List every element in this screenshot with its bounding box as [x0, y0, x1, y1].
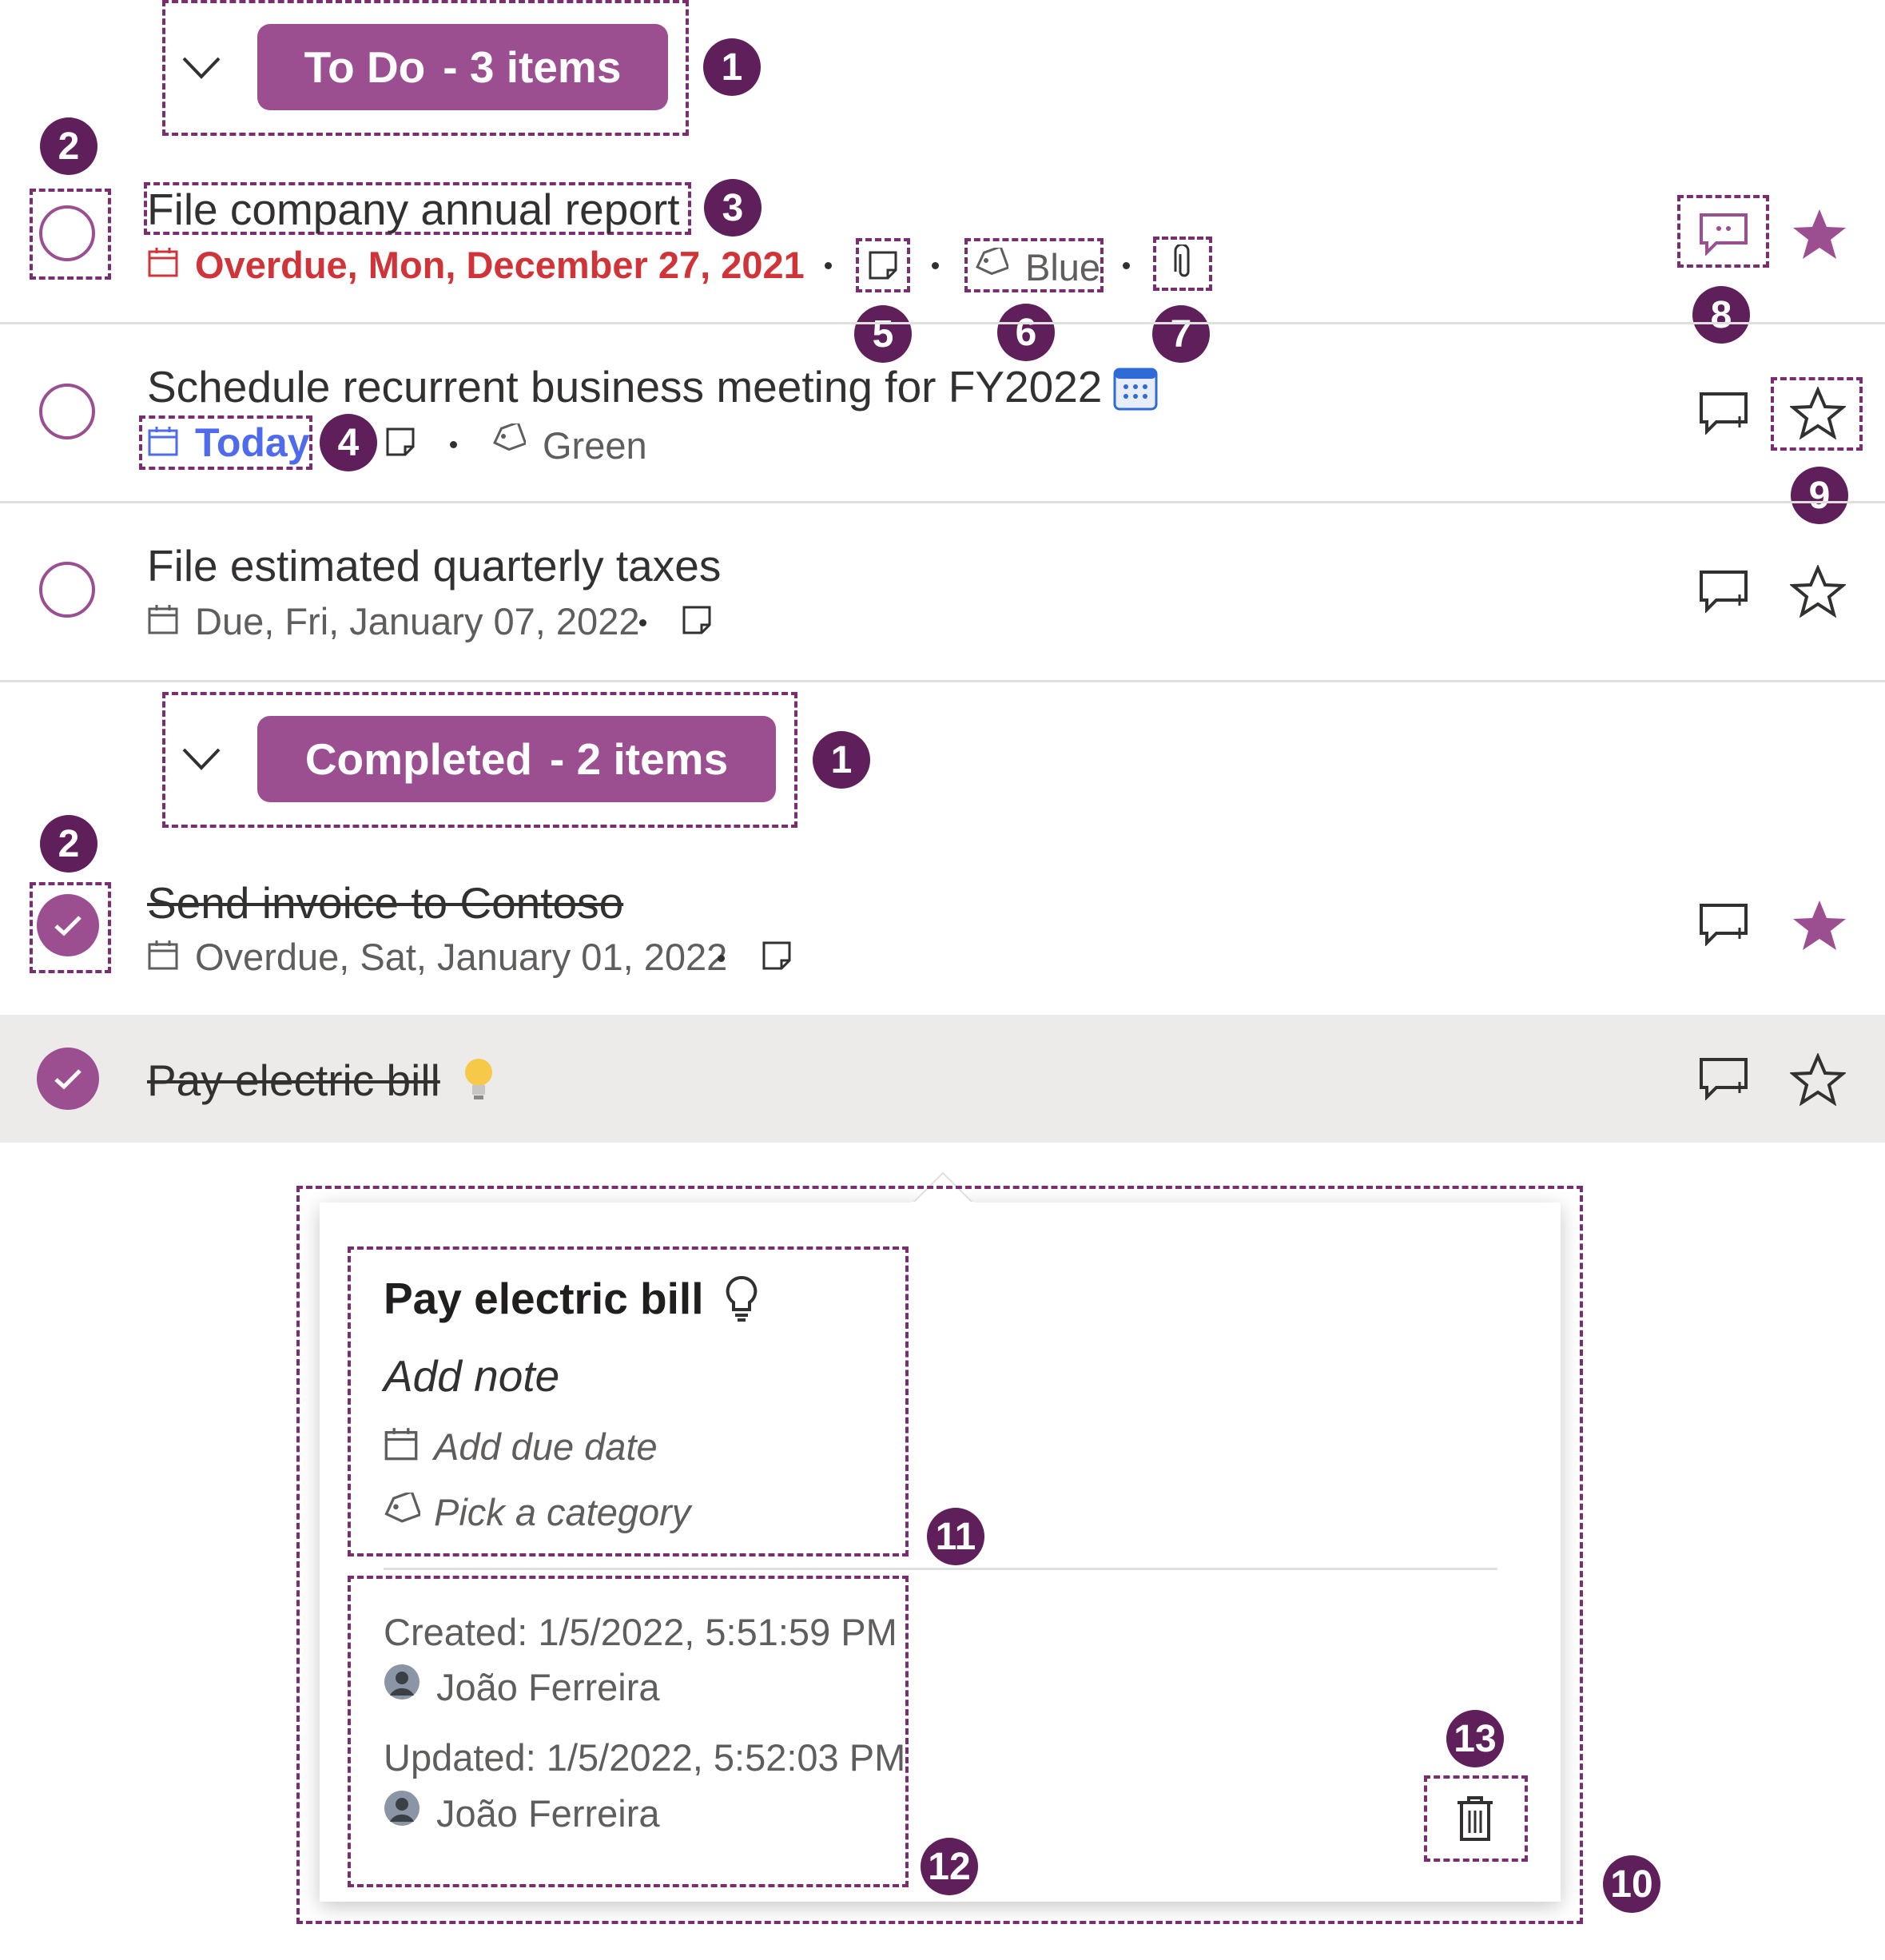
- chevron-down-icon[interactable]: [181, 747, 221, 771]
- separator-dot: [450, 441, 457, 448]
- callout-5: 5: [854, 305, 912, 363]
- todo-group-count: - 3 items: [443, 42, 622, 92]
- callout-1: 1: [813, 731, 870, 789]
- callout-2: 2: [40, 815, 97, 873]
- paperclip-icon: [1171, 245, 1192, 281]
- task-due-date: Today: [195, 420, 310, 465]
- detail-title[interactable]: Pay electric bill: [384, 1273, 704, 1324]
- callout-1: 1: [703, 38, 761, 96]
- created-timestamp: Created: 1/5/2022, 5:51:59 PM: [384, 1611, 897, 1653]
- tag-icon: [491, 423, 526, 452]
- task-category: Green: [543, 424, 647, 467]
- lightbulb-icon: [462, 1056, 495, 1103]
- calendar-icon: [384, 1426, 419, 1461]
- lightbulb-outline-icon[interactable]: [724, 1274, 759, 1324]
- note-icon: [385, 427, 416, 457]
- comment-icon[interactable]: [1699, 213, 1748, 256]
- task-complete-checkbox[interactable]: [39, 562, 95, 618]
- separator-dot: [1123, 262, 1130, 269]
- calendar-icon: [147, 939, 179, 971]
- updated-by-name: João Ferreira: [436, 1792, 660, 1835]
- separator-dot: [825, 262, 832, 269]
- pick-category-field[interactable]: Pick a category: [434, 1490, 690, 1534]
- completed-group-count: - 2 items: [550, 734, 729, 784]
- task-complete-checkbox[interactable]: [39, 205, 95, 261]
- avatar: [384, 1790, 420, 1827]
- row-divider: [0, 322, 1885, 324]
- task-completed-checkbox[interactable]: [37, 894, 99, 956]
- separator-dot: [639, 619, 646, 626]
- note-icon: [762, 940, 792, 971]
- calendar-icon: [147, 603, 179, 635]
- todo-group-toggle-button[interactable]: To Do - 3 items: [257, 24, 668, 110]
- callout-12: 12: [921, 1838, 978, 1895]
- note-icon: [682, 605, 712, 635]
- add-due-date-field[interactable]: Add due date: [434, 1425, 658, 1469]
- task-completed-checkbox[interactable]: [37, 1048, 99, 1110]
- task-title[interactable]: File estimated quarterly taxes: [147, 540, 721, 591]
- tag-icon: [382, 1493, 420, 1525]
- callout-3: 3: [704, 179, 762, 237]
- note-icon: [868, 250, 898, 280]
- calendar-icon: [147, 246, 179, 278]
- updated-timestamp: Updated: 1/5/2022, 5:52:03 PM: [384, 1736, 906, 1779]
- trash-icon[interactable]: [1454, 1795, 1496, 1843]
- star-outline-icon[interactable]: [1790, 1053, 1846, 1106]
- separator-dot: [932, 262, 939, 269]
- task-title[interactable]: Schedule recurrent business meeting for …: [147, 361, 1102, 412]
- callout-7: 7: [1152, 305, 1210, 363]
- callout-11: 11: [927, 1508, 984, 1565]
- task-title[interactable]: File company annual report: [147, 184, 679, 235]
- add-comment-icon[interactable]: [1699, 903, 1748, 946]
- calendar-icon: [147, 425, 179, 457]
- add-note-field[interactable]: Add note: [384, 1350, 559, 1401]
- chevron-down-icon[interactable]: [181, 56, 221, 80]
- callout-4: 4: [320, 414, 377, 471]
- star-outline-icon[interactable]: [1790, 387, 1846, 439]
- task-title[interactable]: Send invoice to Contoso: [147, 877, 623, 928]
- row-divider: [0, 680, 1885, 682]
- callout-13: 13: [1446, 1710, 1504, 1767]
- callout-6: 6: [997, 304, 1055, 361]
- task-category: Blue: [1025, 246, 1101, 288]
- todo-group-label: To Do: [304, 42, 426, 92]
- task-title-text: Pay electric bill: [147, 1056, 440, 1105]
- tag-icon: [973, 248, 1008, 276]
- task-due-date: Due, Fri, January 07, 2022: [195, 600, 640, 642]
- callout-10: 10: [1603, 1855, 1660, 1913]
- task-due-date: Overdue, Mon, December 27, 2021: [195, 244, 805, 286]
- popup-divider: [384, 1568, 1497, 1570]
- separator-dot: [718, 955, 725, 962]
- callout-2: 2: [40, 117, 97, 175]
- task-complete-checkbox[interactable]: [39, 384, 95, 439]
- add-comment-icon[interactable]: [1699, 570, 1748, 613]
- completed-group-toggle-button[interactable]: Completed - 2 items: [257, 716, 776, 802]
- avatar: [384, 1664, 420, 1700]
- completed-group-label: Completed: [304, 734, 533, 784]
- callout-8: 8: [1692, 286, 1750, 344]
- created-by-name: João Ferreira: [436, 1666, 660, 1708]
- star-outline-icon[interactable]: [1790, 565, 1846, 618]
- task-due-date: Overdue, Sat, January 01, 2022: [195, 936, 728, 978]
- add-comment-icon[interactable]: [1699, 392, 1748, 435]
- star-filled-icon[interactable]: [1792, 899, 1847, 952]
- star-filled-icon[interactable]: [1792, 208, 1847, 260]
- outlook-calendar-icon: [1113, 366, 1158, 411]
- callout-9: 9: [1791, 467, 1848, 524]
- row-divider: [0, 501, 1885, 503]
- add-comment-icon[interactable]: [1699, 1057, 1748, 1100]
